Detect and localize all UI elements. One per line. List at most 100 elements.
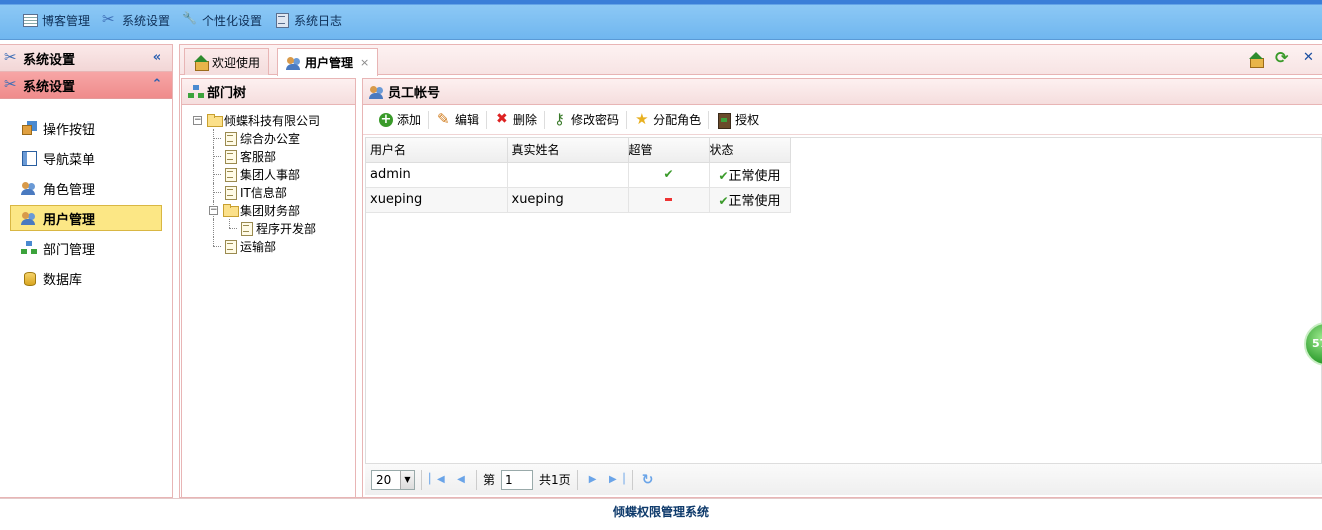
tree-node[interactable]: − 集团财务部 — [190, 201, 355, 219]
tree-node[interactable]: 客服部 — [190, 147, 355, 165]
nav-item-label: 角色管理 — [43, 182, 96, 198]
prev-page-icon[interactable]: ◀ — [452, 471, 470, 489]
top-menu-system-settings[interactable]: 系统设置 — [102, 10, 170, 30]
employee-grid: 用户名 真实姓名 超管 状态 admin ✔ ✔正常使用 xueping xue… — [365, 137, 1322, 465]
tree-node-label: 集团财务部 — [240, 203, 301, 218]
tab-label: 用户管理 — [305, 56, 354, 70]
button-label: 编辑 — [455, 113, 480, 127]
tree-toggle[interactable]: − — [193, 116, 202, 125]
tree-node[interactable]: 集团人事部 — [190, 165, 355, 183]
status-text: 正常使用 — [728, 169, 781, 184]
tree-node-label: 综合办公室 — [240, 131, 301, 146]
add-icon — [378, 112, 394, 128]
tab-label: 欢迎使用 — [212, 55, 261, 70]
delete-button[interactable]: 删除 — [487, 109, 544, 131]
column-header-superadmin[interactable]: 超管 — [628, 138, 710, 163]
top-menu-label: 系统设置 — [122, 13, 171, 28]
nav-item-navigation-menu[interactable]: 导航菜单 — [10, 145, 162, 171]
reload-icon[interactable]: ↻ — [639, 471, 657, 489]
home-icon[interactable] — [1248, 51, 1264, 68]
change-password-button[interactable]: 修改密码 — [545, 109, 626, 131]
cubes-icon — [21, 120, 37, 136]
column-header-realname[interactable]: 真实姓名 — [507, 138, 629, 163]
check-icon: ✔ — [718, 169, 729, 183]
nav-item-database[interactable]: 数据库 — [10, 265, 162, 291]
accordion-section-header[interactable]: 系统设置 ⌃ — [0, 72, 172, 99]
collapse-panel-button[interactable]: « — [150, 51, 164, 65]
grant-button[interactable]: 授权 — [709, 109, 766, 131]
tools-icon — [4, 75, 20, 93]
employee-table: 用户名 真实姓名 超管 状态 admin ✔ ✔正常使用 xueping xue… — [366, 138, 791, 213]
tree-node[interactable]: 运输部 — [190, 237, 355, 255]
department-tree-panel: 部门树 − 倾蝶科技有限公司 综合办公室 客服部 集团人事部 IT信息部 − 集… — [181, 78, 356, 498]
edit-button[interactable]: 编辑 — [429, 109, 486, 131]
first-page-icon[interactable]: ▏◀ — [428, 471, 446, 489]
top-menu-personalize[interactable]: 个性化设置 — [182, 10, 262, 30]
nav-item-department-management[interactable]: 部门管理 — [10, 235, 162, 261]
wrench-icon — [182, 11, 198, 28]
button-label: 授权 — [735, 113, 760, 127]
cell-realname: xueping — [507, 187, 629, 213]
nav-item-user-management[interactable]: 用户管理 — [10, 205, 162, 231]
top-menu: 博客管理 系统设置 个性化设置 系统日志 — [22, 10, 342, 30]
tree-toggle[interactable]: − — [209, 206, 218, 215]
button-label: 修改密码 — [571, 113, 620, 127]
employee-account-panel: 员工帐号 添加 编辑 删除 修改密码 — [362, 78, 1322, 498]
close-icon[interactable] — [1300, 50, 1316, 67]
tools-icon — [4, 48, 20, 66]
pager-separator — [476, 469, 477, 490]
tree-node[interactable]: 程序开发部 — [190, 219, 355, 237]
table-header-row: 用户名 真实姓名 超管 状态 — [366, 138, 791, 163]
column-header-status[interactable]: 状态 — [709, 138, 791, 163]
table-row[interactable]: admin ✔ ✔正常使用 — [366, 162, 791, 188]
tree-node-label: 运输部 — [240, 239, 277, 254]
tree-node[interactable]: 综合办公室 — [190, 129, 355, 147]
tab-bar: 欢迎使用 用户管理 × — [180, 45, 1322, 76]
grant-icon — [716, 112, 732, 129]
button-label: 删除 — [513, 113, 538, 127]
nav-item-role-management[interactable]: 角色管理 — [10, 175, 162, 201]
document-icon — [222, 166, 238, 182]
page-number-input[interactable]: 1 — [501, 469, 534, 490]
chevron-down-icon: ▼ — [400, 470, 414, 489]
next-page-icon[interactable]: ▶ — [584, 471, 602, 489]
main-panel: 欢迎使用 用户管理 × 部门树 − 倾蝶科技有限公司 — [179, 44, 1322, 498]
table-icon — [22, 12, 38, 28]
accordion-section-title: 系统设置 — [23, 79, 76, 95]
column-header-username[interactable]: 用户名 — [366, 138, 508, 163]
page-size-select[interactable]: 20 ▼ — [371, 469, 415, 490]
nav-item-label: 导航菜单 — [43, 152, 96, 168]
document-icon — [222, 184, 238, 200]
cell-username: admin — [366, 162, 508, 188]
house-icon — [193, 54, 209, 71]
nav-item-label: 数据库 — [43, 272, 83, 288]
tree-node[interactable]: IT信息部 — [190, 183, 355, 201]
department-tree-header: 部门树 — [182, 79, 355, 105]
employee-panel-title: 员工帐号 — [388, 86, 441, 101]
tab-close-button[interactable]: × — [360, 56, 369, 69]
tab-welcome[interactable]: 欢迎使用 — [184, 48, 270, 75]
pager-separator — [631, 469, 633, 490]
top-menu-system-log[interactable]: 系统日志 — [274, 10, 342, 30]
last-page-icon[interactable]: ▶▕ — [608, 471, 626, 489]
nav-item-operation-buttons[interactable]: 操作按钮 — [10, 115, 162, 141]
footer: 倾蝶权限管理系统 — [0, 498, 1322, 530]
tools-icon — [102, 10, 118, 28]
assign-role-button[interactable]: 分配角色 — [627, 109, 708, 131]
check-icon: ✔ — [663, 167, 674, 181]
tree-node-root[interactable]: − 倾蝶科技有限公司 — [190, 111, 355, 129]
delete-icon — [494, 111, 510, 128]
refresh-icon[interactable] — [1274, 48, 1290, 67]
cell-status: ✔正常使用 — [709, 162, 791, 188]
folder-icon — [206, 112, 223, 128]
employee-panel-header: 员工帐号 — [363, 79, 1322, 105]
top-menu-blog[interactable]: 博客管理 — [22, 10, 90, 30]
tab-user-management[interactable]: 用户管理 × — [277, 48, 379, 76]
nav-item-label: 部门管理 — [43, 242, 96, 258]
document-icon — [222, 238, 238, 254]
table-row[interactable]: xueping xueping ✔正常使用 — [366, 187, 791, 213]
collapse-section-button[interactable]: ⌃ — [150, 78, 164, 92]
document-icon — [222, 148, 238, 164]
tab-tools — [1248, 48, 1316, 68]
add-button[interactable]: 添加 — [371, 109, 428, 131]
